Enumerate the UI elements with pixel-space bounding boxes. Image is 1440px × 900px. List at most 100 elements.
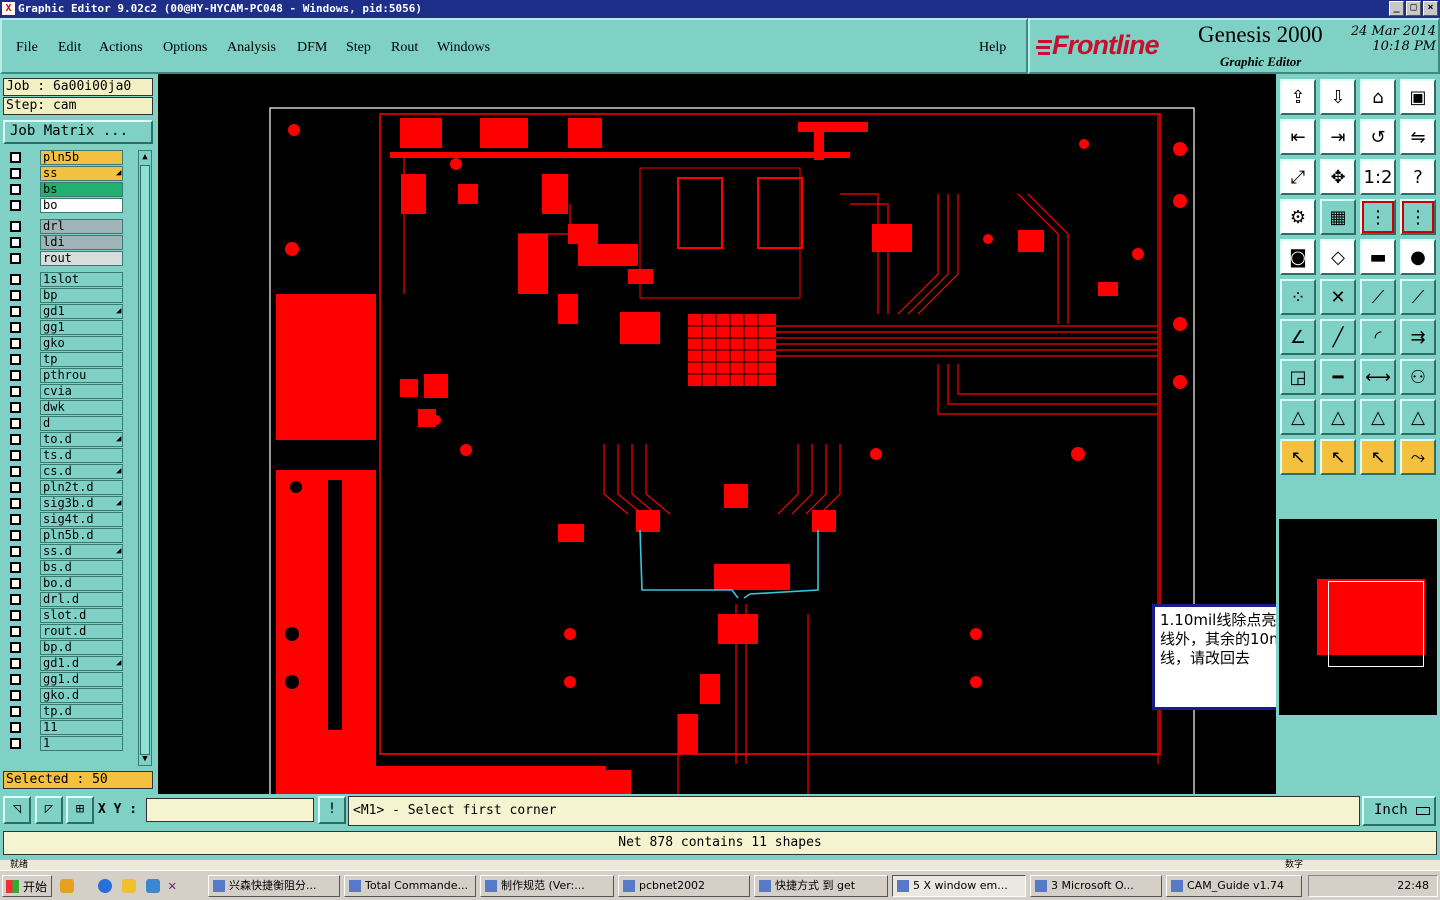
line-tool-button[interactable]: ╱ [1320,319,1356,355]
layer-row[interactable]: 1slot [5,272,125,287]
menu-actions[interactable]: Actions [99,40,143,56]
window-tool-button[interactable]: ▣ [1400,79,1436,115]
split-tool-button[interactable]: ⇉ [1400,319,1436,355]
layer-checkbox[interactable] [10,434,21,445]
layer-row[interactable]: gko [5,336,125,351]
layer-checkbox[interactable] [10,370,21,381]
layer-row[interactable]: pln2t.d [5,480,125,495]
x-icon[interactable]: ✕ [168,879,182,893]
layer-checkbox[interactable] [10,184,21,195]
layer-row[interactable]: bp.d [5,640,125,655]
settings-tool-button[interactable]: ⚙ [1280,199,1316,235]
info-icon[interactable]: ! [318,796,346,824]
layer-row[interactable]: bs.d [5,560,125,575]
layer-name[interactable]: bo.d [40,576,123,591]
layer-name[interactable]: gko [40,336,123,351]
layer-checkbox[interactable] [10,578,21,589]
graphic-canvas[interactable]: 1.10mil线除点亮的线为差分阻抗线外，其余的10mil线不是阻抗线，请改回去 [158,74,1276,794]
triangle-tool-button[interactable]: △ [1280,399,1316,435]
clock-app-icon[interactable] [122,879,136,893]
layer-name[interactable]: rout.d [40,624,123,639]
arc-tool-button[interactable]: ◜ [1360,319,1396,355]
layer-row[interactable]: gd1.d ◢ [5,656,125,671]
quicklaunch-icon[interactable] [60,879,74,893]
layer-row[interactable]: bs [5,182,125,197]
layer-row[interactable]: slot.d [5,608,125,623]
scroll-up-icon[interactable]: ▲ [139,151,151,163]
layer-name[interactable]: bs.d [40,560,123,575]
layer-name[interactable]: gd1 [40,304,123,319]
layer-row[interactable]: gg1 [5,320,125,335]
layer-row[interactable]: to.d ◢ [5,432,125,447]
taskbar-item[interactable]: 5 X window em... [892,875,1026,897]
taskbar-item[interactable]: pcbnet2002 [618,875,750,897]
layer-row[interactable]: sig4t.d [5,512,125,527]
layer-row[interactable]: tp [5,352,125,367]
layer-checkbox[interactable] [10,322,21,333]
taskbar-item[interactable]: 兴森快捷衡阻分... [208,875,340,897]
layer-row[interactable]: ldi [5,235,125,250]
layer-name[interactable]: bp.d [40,640,123,655]
layer-name[interactable]: d [40,416,123,431]
layer-name[interactable]: tp [40,352,123,367]
scroll-down-icon[interactable]: ▼ [139,753,151,765]
layer-name[interactable]: gd1.d [40,656,123,671]
grid-tool-button[interactable]: ▦ [1320,199,1356,235]
measure-tool-icon[interactable]: ◹ [3,796,31,824]
layer-name[interactable]: pthrou [40,368,123,383]
layer-row[interactable]: ss.d ◢ [5,544,125,559]
layer-name[interactable]: 1 [40,736,123,751]
layer-row[interactable]: pthrou [5,368,125,383]
layer-row[interactable]: dwk [5,400,125,415]
layer-name[interactable]: ts.d [40,448,123,463]
layer-checkbox[interactable] [10,338,21,349]
triangle3-tool-button[interactable]: △ [1360,399,1396,435]
via-tool-button[interactable]: ◲ [1280,359,1316,395]
snap-tool-button[interactable]: ⋮ [1360,199,1396,235]
ruler-tool-button[interactable]: ▬ [1360,239,1396,275]
home-tool-button[interactable]: ⌂ [1360,79,1396,115]
select-net-tool-button[interactable]: ⤳ [1400,439,1436,475]
layer-row[interactable]: bp [5,288,125,303]
menu-options[interactable]: Options [163,40,207,56]
select2-tool-button[interactable]: ↖ [1360,439,1396,475]
connect-tool-button[interactable]: ⟋ [1360,279,1396,315]
layer-checkbox[interactable] [10,274,21,285]
layer-checkbox[interactable] [10,530,21,541]
taskbar-item[interactable]: 3 Microsoft O... [1030,875,1162,897]
menu-rout[interactable]: Rout [391,40,418,56]
layer-checkbox[interactable] [10,200,21,211]
scale-tool-button[interactable]: 1:2 [1360,159,1396,195]
menu-help[interactable]: Help [979,40,1006,56]
browser-icon[interactable] [146,879,160,893]
layer-checkbox[interactable] [10,610,21,621]
layer-name[interactable]: pln5b [40,150,123,165]
minimap-viewport[interactable] [1328,581,1424,667]
layer-name[interactable]: gg1.d [40,672,123,687]
layer-name[interactable]: drl [40,219,123,234]
layer-row[interactable]: bo.d [5,576,125,591]
layer-name[interactable]: pln2t.d [40,480,123,495]
layer-row[interactable]: rout [5,251,125,266]
layer-checkbox[interactable] [10,253,21,264]
maximize-icon[interactable]: □ [1406,1,1421,16]
scroll-thumb[interactable] [140,165,150,755]
layer-name[interactable]: drl.d [40,592,123,607]
layer-checkbox[interactable] [10,152,21,163]
pointer-tool-button[interactable]: ↖ [1280,439,1316,475]
fit-tool-button[interactable]: ⤢ [1280,159,1316,195]
layer-checkbox[interactable] [10,626,21,637]
layer-checkbox[interactable] [10,450,21,461]
layer-name[interactable]: sig3b.d [40,496,123,511]
layer-checkbox[interactable] [10,594,21,605]
measure-tool-button[interactable]: ⟷ [1360,359,1396,395]
layer-name[interactable]: cvia [40,384,123,399]
taskbar-item[interactable]: Total Commande... [344,875,476,897]
layer-name[interactable]: pln5b.d [40,528,123,543]
taskbar-item[interactable]: CAM_Guide v1.74 [1166,875,1302,897]
delete-node-tool-button[interactable]: ✕ [1320,279,1356,315]
layer-row[interactable]: 11 [5,720,125,735]
route-tool-button[interactable]: ⟋ [1400,279,1436,315]
layer-checkbox[interactable] [10,466,21,477]
layer-scrollbar[interactable]: ▲ ▼ [138,150,152,766]
